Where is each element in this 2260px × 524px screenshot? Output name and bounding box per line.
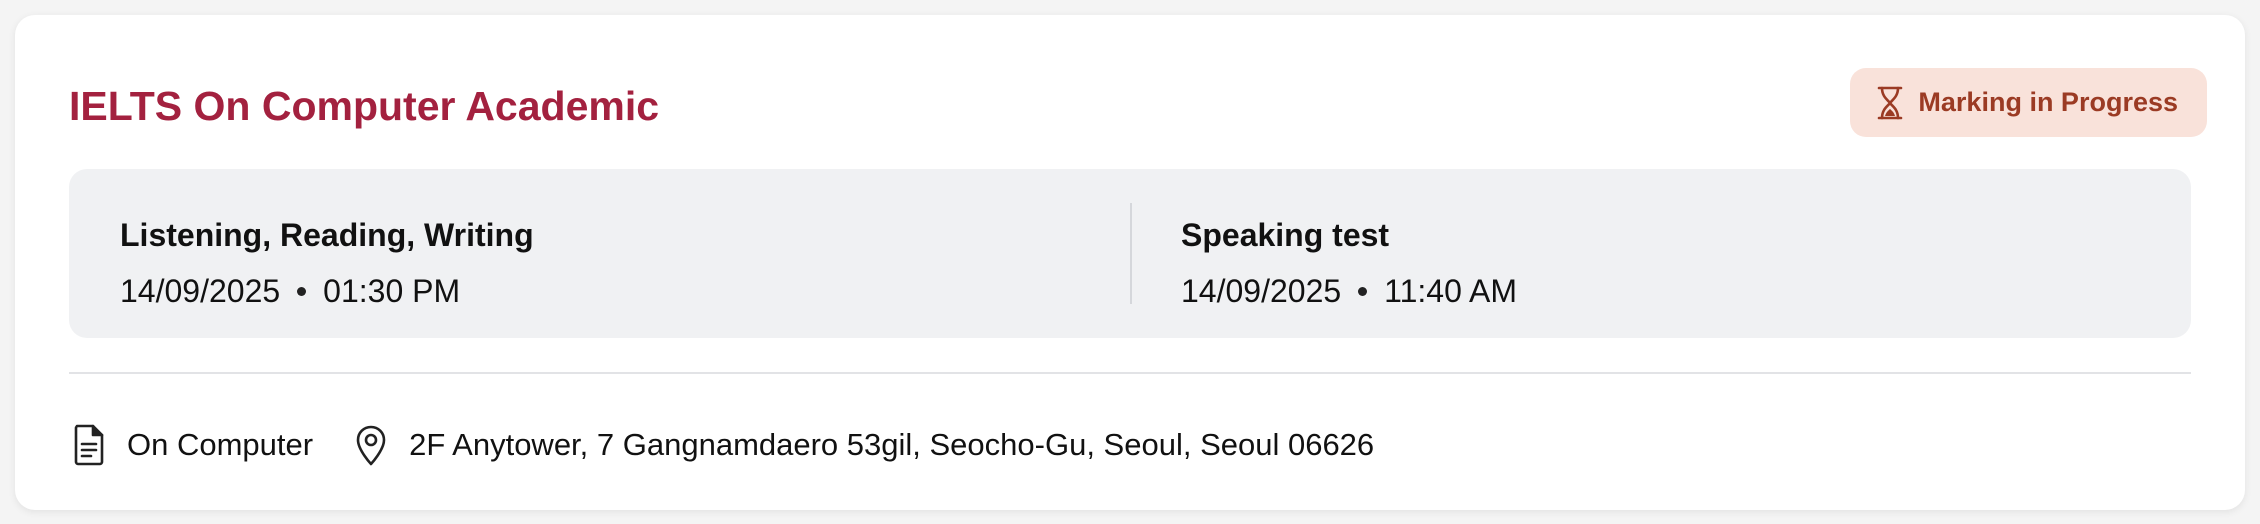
divider (69, 372, 2191, 374)
separator-dot (297, 287, 307, 296)
session-name: Speaking test (1181, 217, 1390, 253)
location-address: 2F Anytower, 7 Gangnamdaero 53gil, Seoch… (409, 427, 1375, 462)
session-date: 14/09/2025 (120, 273, 281, 309)
session-name: Listening, Reading, Writing (120, 217, 534, 253)
hourglass-icon (1878, 86, 1903, 119)
separator-dot (1358, 287, 1368, 296)
session-date: 14/09/2025 (1181, 273, 1342, 309)
map-pin-icon (356, 425, 386, 466)
session-datetime: 14/09/2025 11:40 AM (1181, 273, 1517, 310)
session-time: 01:30 PM (323, 273, 461, 309)
status-label: Marking in Progress (1918, 87, 2178, 117)
session-datetime: 14/09/2025 01:30 PM (120, 273, 460, 310)
session-lrw: Listening, Reading, Writing 14/09/2025 0… (69, 169, 1130, 338)
format-label: On Computer (127, 427, 314, 462)
document-icon (74, 424, 104, 466)
sessions-panel: Listening, Reading, Writing 14/09/2025 0… (69, 169, 2191, 338)
session-speaking: Speaking test 14/09/2025 11:40 AM (1130, 169, 2191, 338)
status-badge: Marking in Progress (1850, 68, 2207, 137)
session-time: 11:40 AM (1384, 273, 1517, 309)
test-location: 2F Anytower, 7 Gangnamdaero 53gil, Seoch… (351, 423, 1374, 467)
test-booking-card: IELTS On Computer Academic Marking in Pr… (15, 15, 2245, 510)
test-title: IELTS On Computer Academic (69, 83, 660, 129)
test-details: On Computer 2F Anytower, 7 Gangnamdaero … (69, 415, 1412, 475)
test-format: On Computer (69, 423, 313, 467)
